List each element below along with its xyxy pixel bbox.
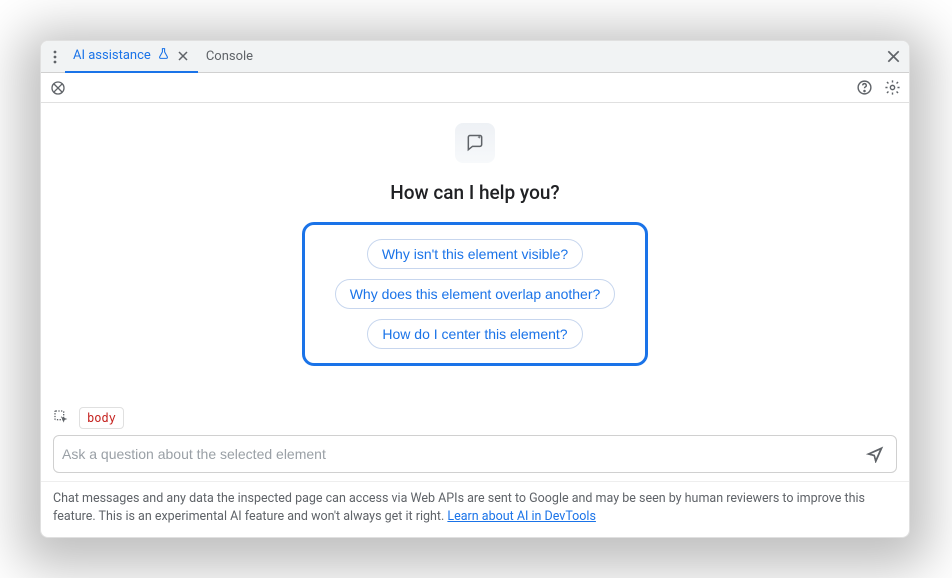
hero-title: How can I help you? [390,181,559,204]
more-options-icon[interactable] [45,45,65,69]
tab-console[interactable]: Console [198,41,261,73]
input-row [53,435,897,473]
question-input[interactable] [62,446,862,462]
tab-ai-assistance[interactable]: AI assistance [65,41,198,73]
clear-icon[interactable] [47,77,69,99]
suggestion-group: Why isn't this element visible? Why does… [302,222,649,366]
toolbar [41,73,909,103]
suggestion-chip[interactable]: Why does this element overlap another? [335,279,616,309]
disclaimer-footer: Chat messages and any data the inspected… [41,481,909,538]
selected-element-tag[interactable]: body [79,407,124,429]
flask-icon [157,47,170,64]
tab-bar: AI assistance Console [41,41,909,73]
settings-icon[interactable] [881,77,903,99]
element-picker-icon[interactable] [53,409,71,427]
ai-assistance-panel: AI assistance Console [40,40,910,538]
learn-more-link[interactable]: Learn about AI in DevTools [447,509,596,524]
suggestion-chip[interactable]: How do I center this element? [367,319,582,349]
help-icon[interactable] [853,77,875,99]
main-content: How can I help you? Why isn't this eleme… [41,103,909,407]
panel-close-icon[interactable] [881,50,905,63]
tab-label: Console [206,49,253,64]
suggestion-chip[interactable]: Why isn't this element visible? [367,239,583,269]
context-row: body [41,407,909,435]
send-icon[interactable] [862,441,888,467]
tab-label: AI assistance [73,48,151,63]
chat-sparkle-icon [455,123,495,163]
tab-close-icon[interactable] [176,49,190,63]
